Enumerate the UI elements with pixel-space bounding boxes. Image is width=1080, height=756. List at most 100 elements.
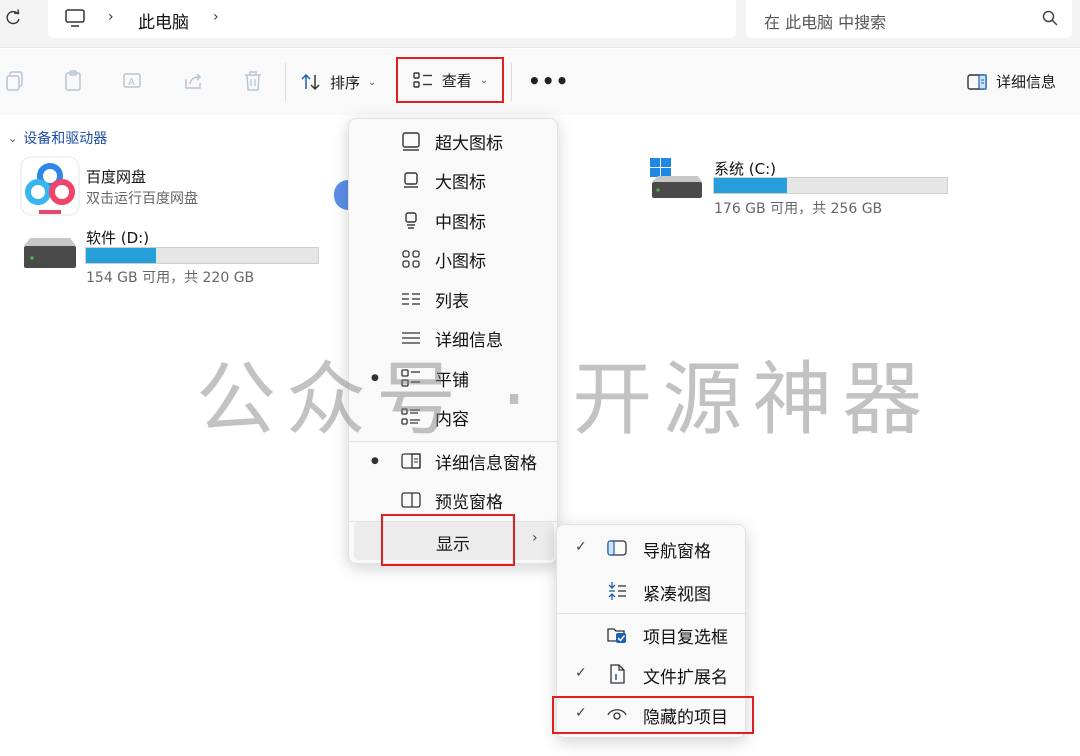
view-button[interactable]: 查看 ⌄ <box>396 57 504 103</box>
delete-icon[interactable] <box>242 69 264 93</box>
sort-button[interactable]: 排序 ⌄ <box>300 69 376 95</box>
drive-usage-bar <box>713 177 948 194</box>
menu-item-label: 列表 <box>435 291 469 312</box>
menu-item-label: 详细信息 <box>435 330 503 351</box>
view-menu: 超大图标 大图标 中图标 小图标 列表 详细信息 ● 平铺 内容 ● 详细信息窗… <box>348 118 559 564</box>
submenu-item-label: 文件扩展名 <box>643 668 728 688</box>
tiles-icon <box>401 369 420 387</box>
chevron-down-icon: ⌄ <box>479 74 489 86</box>
details-pane-button[interactable]: 详细信息 <box>966 71 1056 92</box>
submenu-item-label: 项目复选框 <box>643 628 728 648</box>
breadcrumb-chevron-icon[interactable]: › <box>108 9 114 25</box>
drive-icon <box>24 238 76 268</box>
menu-item-label: 平铺 <box>435 370 469 391</box>
breadcrumb-location[interactable]: 此电脑 <box>138 8 189 33</box>
compact-view-icon <box>608 582 626 600</box>
menu-item-extra-large-icons[interactable]: 超大图标 <box>349 122 559 160</box>
drive-capacity: 154 GB 可用，共 220 GB <box>86 270 255 286</box>
drive-usage-fill <box>86 248 156 263</box>
selected-dot-icon: ● <box>371 456 379 466</box>
drive-usage-bar <box>85 247 319 264</box>
details-icon <box>402 332 420 344</box>
drive-name: 系统 (C:) <box>714 160 776 178</box>
section-header[interactable]: ⌄ 设备和驱动器 <box>8 128 107 148</box>
drive-name: 软件 (D:) <box>86 229 150 247</box>
details-label: 详细信息 <box>996 73 1057 91</box>
menu-item-details-pane[interactable]: ● 详细信息窗格 <box>349 442 559 480</box>
menu-item-label: 内容 <box>435 409 469 430</box>
search-placeholder: 在 此电脑 中搜索 <box>764 13 887 32</box>
extra-large-icons-icon <box>402 132 420 151</box>
item-description: 双击运行百度网盘 <box>86 191 198 207</box>
chevron-down-icon: ⌄ <box>8 131 18 145</box>
menu-item-list[interactable]: 列表 <box>349 280 559 318</box>
preview-pane-icon <box>401 492 421 508</box>
search-icon[interactable] <box>1042 10 1058 26</box>
checkmark-icon: ✓ <box>575 665 587 681</box>
menu-item-small-icons[interactable]: 小图标 <box>349 240 559 278</box>
highlight-box <box>552 696 754 734</box>
submenu-item-file-extensions[interactable]: ✓ 文件扩展名 <box>557 654 747 694</box>
drive-c-item[interactable]: 系统 (C:) 176 GB 可用，共 256 GB <box>648 154 958 218</box>
drive-d-item[interactable]: 软件 (D:) 154 GB 可用，共 220 GB <box>20 224 330 288</box>
refresh-icon[interactable] <box>4 8 22 28</box>
toolbar-divider <box>511 63 512 101</box>
small-icons-icon <box>402 250 420 268</box>
view-icon <box>413 72 432 88</box>
submenu-item-navigation-pane[interactable]: ✓ 导航窗格 <box>557 528 747 568</box>
menu-item-content[interactable]: 内容 <box>349 398 559 436</box>
drive-capacity: 176 GB 可用，共 256 GB <box>714 201 883 217</box>
menu-item-label: 小图标 <box>435 251 486 272</box>
checkmark-icon: ✓ <box>575 539 587 555</box>
list-icon <box>402 293 420 305</box>
drive-usage-fill <box>714 178 787 193</box>
submenu-item-label: 紧凑视图 <box>643 585 711 605</box>
svg-text:A: A <box>128 77 135 88</box>
chevron-down-icon: ⌄ <box>368 76 377 88</box>
watermark: 公众号 · 开源神器 <box>196 353 933 446</box>
details-pane-icon <box>401 453 421 469</box>
file-extensions-icon <box>610 664 625 684</box>
share-icon[interactable] <box>182 69 204 93</box>
address-bar[interactable]: › 此电脑 › <box>48 0 736 38</box>
section-title: 设备和驱动器 <box>23 131 108 147</box>
submenu-item-compact-view[interactable]: 紧凑视图 <box>557 571 747 611</box>
breadcrumb-chevron-icon[interactable]: › <box>213 9 219 25</box>
menu-item-tiles[interactable]: ● 平铺 <box>349 359 559 397</box>
large-icons-icon <box>404 172 418 188</box>
copy-icon[interactable] <box>4 69 26 93</box>
baidu-netdisk-icon <box>20 156 80 216</box>
menu-item-label: 中图标 <box>435 212 486 233</box>
content-icon <box>401 408 420 425</box>
search-input[interactable]: 在 此电脑 中搜索 <box>746 0 1072 38</box>
view-label: 查看 <box>441 71 472 90</box>
submenu-item-label: 导航窗格 <box>643 542 711 562</box>
menu-item-details[interactable]: 详细信息 <box>349 319 559 357</box>
menu-item-large-icons[interactable]: 大图标 <box>349 161 559 199</box>
submenu-item-item-checkboxes[interactable]: 项目复选框 <box>557 614 747 654</box>
sort-icon <box>301 73 320 91</box>
computer-icon <box>65 9 85 27</box>
address-row: › 此电脑 › 在 此电脑 中搜索 <box>0 0 1080 48</box>
more-options-button[interactable]: ••• <box>528 69 569 93</box>
toolbar-divider <box>285 63 286 101</box>
menu-item-label: 详细信息窗格 <box>435 453 537 474</box>
menu-item-medium-icons[interactable]: 中图标 <box>349 201 559 239</box>
command-bar: A 排序 ⌄ 查看 ⌄ ••• 详细信息 <box>0 49 1080 115</box>
menu-item-label: 超大图标 <box>435 133 503 154</box>
details-pane-icon <box>967 73 987 90</box>
paste-icon[interactable] <box>62 69 84 93</box>
medium-icons-icon <box>405 212 417 229</box>
sort-label: 排序 <box>330 73 361 92</box>
windows-drive-icon <box>650 158 702 198</box>
navigation-pane-icon <box>607 540 627 556</box>
highlight-box <box>381 514 515 566</box>
menu-item-label: 预览窗格 <box>435 492 503 513</box>
chevron-right-icon: › <box>532 530 538 546</box>
item-name: 百度网盘 <box>86 168 147 186</box>
menu-item-label: 大图标 <box>435 172 486 193</box>
selected-dot-icon: ● <box>371 373 379 383</box>
item-checkboxes-icon <box>607 628 626 643</box>
rename-icon[interactable]: A <box>122 69 144 93</box>
list-item[interactable]: 百度网盘 双击运行百度网盘 <box>20 154 320 216</box>
